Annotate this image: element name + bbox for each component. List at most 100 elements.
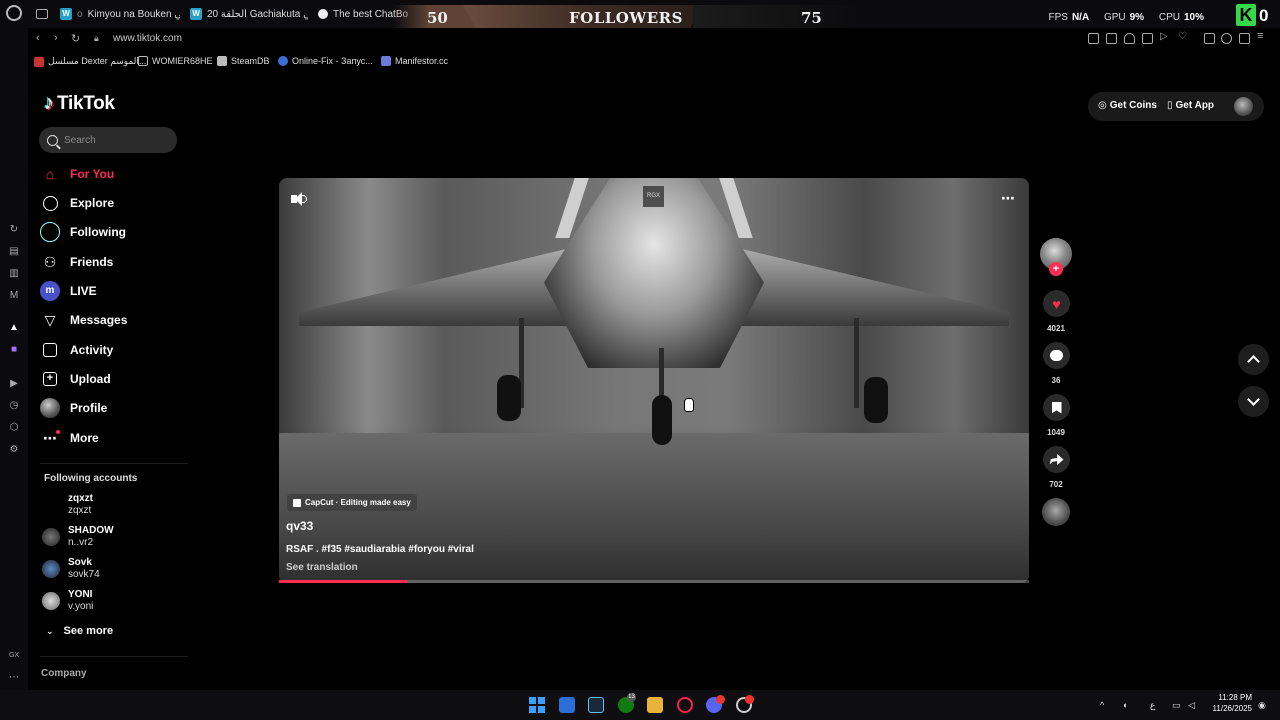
video-author[interactable]: qv33 xyxy=(286,519,313,533)
twitch-icon[interactable]: ■ xyxy=(8,344,20,356)
account-name: SHADOW xyxy=(68,525,114,536)
download-icon[interactable] xyxy=(1239,33,1250,44)
bookmark-online-fix[interactable]: Online-Fix - Запус... xyxy=(278,56,373,66)
nav-more[interactable]: ⋯ More xyxy=(40,426,99,450)
nav-friends[interactable]: ⚇ Friends xyxy=(40,250,114,274)
notification-icon[interactable]: ◉ xyxy=(1258,700,1266,711)
steam-icon[interactable] xyxy=(588,697,604,713)
get-app-button[interactable]: ▯ Get App xyxy=(1167,100,1214,111)
network-icon[interactable]: ▭ xyxy=(1172,700,1181,711)
company-link[interactable]: Company xyxy=(41,668,87,679)
nav-activity[interactable]: Activity xyxy=(40,338,113,362)
url-field[interactable]: www.tiktok.com xyxy=(113,33,182,44)
tiktok-logo[interactable]: ♪ TikTok xyxy=(44,92,115,115)
nav-explore[interactable]: Explore xyxy=(40,191,114,215)
account-item[interactable]: Sovk sovk74 xyxy=(42,555,100,583)
share-button[interactable] xyxy=(1043,446,1070,473)
speaker-icon[interactable]: ◁ xyxy=(1188,700,1195,711)
comment-button[interactable] xyxy=(1043,342,1070,369)
tv-site-icon: W xyxy=(190,8,202,20)
phone-icon: ▯ xyxy=(1167,100,1173,111)
account-item[interactable]: YONI v.yoni xyxy=(42,587,93,615)
heart-icon[interactable]: ♡ xyxy=(1178,31,1189,42)
avatar xyxy=(42,560,60,578)
forward-icon[interactable]: › xyxy=(54,32,58,44)
pin-icon[interactable] xyxy=(1088,33,1099,44)
sidebar-more-icon[interactable]: ⋯ xyxy=(8,672,20,684)
get-coins-button[interactable]: ◎ Get Coins xyxy=(1098,100,1157,111)
lock-icon: 🔒︎ xyxy=(94,33,99,43)
nav-for-you[interactable]: ⌂ For You xyxy=(40,162,114,186)
back-icon[interactable]: ‹ xyxy=(36,32,40,44)
hardware-stats: FPS N/A GPU 9% CPU 10% xyxy=(1048,12,1216,23)
account-item[interactable]: SHADOW n..vr2 xyxy=(42,523,114,551)
capcut-badge[interactable]: CapCut · Editing made easy xyxy=(287,494,417,511)
tab-kimyou[interactable]: W o Kimyou na Bouken انمي xyxy=(60,4,180,24)
extensions-puzzle-icon[interactable] xyxy=(1204,33,1215,44)
translate-icon[interactable] xyxy=(1142,33,1153,44)
k-overlay-badge: K xyxy=(1236,4,1256,26)
account-name: Sovk xyxy=(68,557,92,568)
bookmark-womier[interactable]: WOMIER68HE xyxy=(138,56,213,66)
follow-plus-icon[interactable]: + xyxy=(1049,262,1063,276)
nav-live[interactable]: m LIVE xyxy=(40,279,97,303)
microphone-icon[interactable]: ◖ xyxy=(1122,700,1127,710)
reload-icon[interactable]: ↻ xyxy=(71,32,80,45)
system-clock[interactable]: 11:28 PM 11/26/2025 xyxy=(1206,692,1252,714)
windows-start-icon[interactable] xyxy=(529,697,545,713)
search-box[interactable] xyxy=(39,127,177,153)
opera-gx-logo-icon[interactable] xyxy=(6,5,22,21)
file-explorer-icon[interactable] xyxy=(647,697,663,713)
bookmark-manifestor[interactable]: Manifestor.cc xyxy=(381,56,448,66)
more-options-icon[interactable]: ⋯ xyxy=(1001,190,1016,207)
comment-count: 36 xyxy=(1051,376,1061,385)
profile-icon[interactable] xyxy=(1221,33,1232,44)
store-icon[interactable] xyxy=(559,697,575,713)
previous-video-button[interactable] xyxy=(1238,344,1269,375)
gx-m-icon[interactable]: M xyxy=(8,290,20,302)
nav-messages[interactable]: ▽ Messages xyxy=(40,308,128,332)
nav-following[interactable]: Following xyxy=(40,220,126,244)
like-button[interactable]: ♥ xyxy=(1043,290,1070,317)
opera-gx-icon[interactable] xyxy=(677,697,693,713)
gx-control-icon[interactable]: ↻ xyxy=(8,224,20,236)
tab-icon[interactable] xyxy=(36,4,50,24)
save-button[interactable] xyxy=(1043,394,1070,421)
tab-gachiakuta[interactable]: W 20 الحلقة Gachiakuta انمي xyxy=(190,4,308,24)
play-icon[interactable]: ▷ xyxy=(1160,31,1171,42)
avatar xyxy=(42,528,60,546)
user-avatar[interactable] xyxy=(1234,97,1253,116)
next-video-button[interactable] xyxy=(1238,386,1269,417)
extensions-icon[interactable]: ⬡ xyxy=(8,422,20,434)
video-player[interactable] xyxy=(279,178,1029,583)
share-count: 702 xyxy=(1049,480,1063,489)
gx-store-icon[interactable]: ▤ xyxy=(8,246,20,258)
shield-icon[interactable] xyxy=(1124,33,1135,44)
search-input[interactable] xyxy=(64,134,164,146)
video-progress-fill xyxy=(279,580,407,583)
landing-strut xyxy=(854,318,859,408)
see-translation-link[interactable]: See translation xyxy=(286,562,358,573)
nav-profile[interactable]: Profile xyxy=(40,396,107,420)
bookmark-steamdb[interactable]: SteamDB xyxy=(217,56,270,66)
player-icon[interactable]: ▶ xyxy=(8,378,20,390)
tray-chevron-up-icon[interactable]: ^ xyxy=(1100,700,1104,710)
history-icon[interactable]: ◷ xyxy=(8,400,20,412)
see-more-button[interactable]: ⌄ See more xyxy=(46,625,113,637)
snapshot-icon[interactable] xyxy=(1106,33,1117,44)
settings-icon[interactable]: ⚙ xyxy=(8,444,20,456)
nav-upload[interactable]: + Upload xyxy=(40,367,111,391)
landing-wheel xyxy=(497,375,521,421)
manifestor-icon xyxy=(381,56,391,66)
menu-icon[interactable]: ≡ xyxy=(1257,30,1268,42)
music-disc-icon[interactable] xyxy=(1042,498,1070,526)
gx-news-icon[interactable]: ▥ xyxy=(8,268,20,280)
gx-arrow-icon[interactable]: ▲ xyxy=(8,322,20,334)
bookmark-dexter[interactable]: مسلسل Dexter الموسم... xyxy=(34,56,146,67)
nav-label: LIVE xyxy=(70,284,97,298)
nav-label: Following xyxy=(70,225,126,239)
volume-icon[interactable] xyxy=(291,191,307,207)
video-progress-bar[interactable] xyxy=(279,580,1029,583)
language-indicator[interactable]: ع xyxy=(1150,700,1155,711)
account-item[interactable]: zqxzt zqxzt xyxy=(42,491,93,519)
